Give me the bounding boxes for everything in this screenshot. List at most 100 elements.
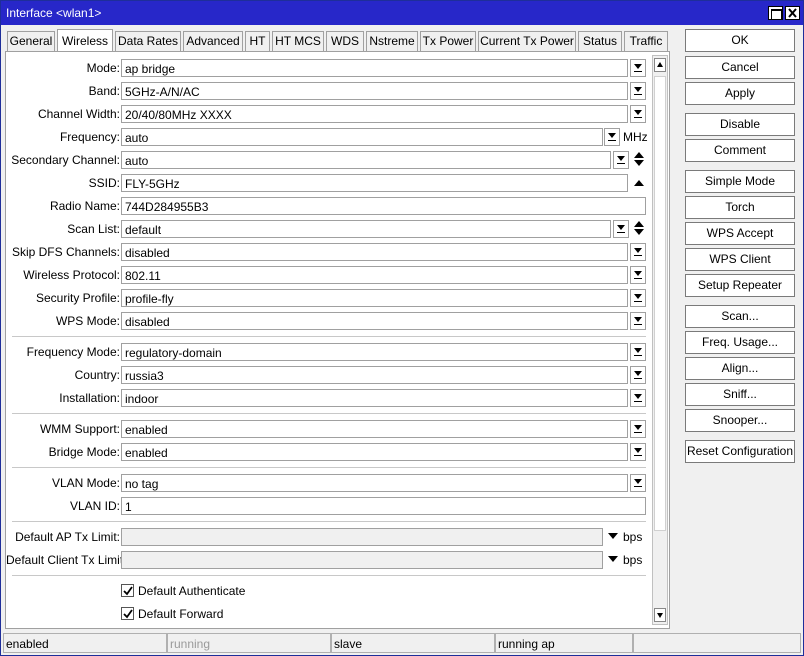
close-button[interactable] (785, 6, 800, 20)
tab-status[interactable]: Status (578, 31, 622, 52)
apply-button[interactable]: Apply (685, 82, 795, 105)
bridge-mode-dropdown-icon[interactable] (630, 443, 646, 461)
tab-general[interactable]: General (7, 31, 55, 52)
align-button[interactable]: Align... (685, 357, 795, 380)
wps-mode-row: WPS Mode: disabled (6, 312, 646, 331)
status-enabled: enabled (3, 633, 167, 653)
wps-accept-button[interactable]: WPS Accept (685, 222, 795, 245)
scroll-thumb[interactable] (654, 76, 666, 531)
checkmark-icon (123, 586, 133, 596)
tab-tx-power[interactable]: Tx Power (420, 31, 476, 52)
wireless-panel: Mode: ap bridge Band: 5GHz-A/N/AC Channe… (5, 51, 670, 629)
default-client-tx-limit-row: Default Client Tx Limit: bps (6, 551, 646, 570)
vlan-id-input[interactable]: 1 (121, 497, 646, 515)
default-authenticate-label: Default Authenticate (138, 584, 246, 598)
freq-usage-button[interactable]: Freq. Usage... (685, 331, 795, 354)
wps-mode-dropdown-icon[interactable] (630, 312, 646, 330)
security-profile-select[interactable]: profile-fly (121, 289, 628, 307)
frequency-dropdown-icon[interactable] (604, 128, 620, 146)
wps-mode-label: WPS Mode: (55, 314, 120, 328)
country-select[interactable]: russia3 (121, 366, 628, 384)
installation-row: Installation: indoor (6, 389, 646, 408)
sniff-button[interactable]: Sniff... (685, 383, 795, 406)
cancel-button[interactable]: Cancel (685, 56, 795, 79)
band-select[interactable]: 5GHz-A/N/AC (121, 82, 628, 100)
ssid-input[interactable]: FLY-5GHz (121, 174, 628, 192)
tab-current-tx-power[interactable]: Current Tx Power (478, 31, 576, 52)
maximize-button[interactable] (768, 6, 783, 20)
wps-mode-select[interactable]: disabled (121, 312, 628, 330)
simple-mode-button[interactable]: Simple Mode (685, 170, 795, 193)
reset-configuration-button[interactable]: Reset Configuration (685, 440, 795, 463)
bridge-mode-select[interactable]: enabled (121, 443, 628, 461)
ssid-collapse-icon[interactable] (634, 180, 644, 186)
installation-select[interactable]: indoor (121, 389, 628, 407)
torch-button[interactable]: Torch (685, 196, 795, 219)
vertical-scrollbar[interactable] (652, 55, 668, 625)
wireless-protocol-select[interactable]: 802.11 (121, 266, 628, 284)
frequency-row: Frequency: auto MHz (6, 128, 648, 147)
default-forward-checkbox[interactable] (121, 607, 134, 620)
scan-list-select[interactable]: default (121, 220, 611, 238)
ssid-label: SSID: (88, 176, 120, 190)
channel-width-dropdown-icon[interactable] (630, 105, 646, 123)
scan-list-dropdown-icon[interactable] (613, 220, 629, 238)
radio-name-label: Radio Name: (49, 199, 120, 213)
frequency-mode-select[interactable]: regulatory-domain (121, 343, 628, 361)
tab-data-rates[interactable]: Data Rates (115, 31, 181, 52)
section-divider (12, 413, 646, 414)
frequency-mode-label: Frequency Mode: (26, 345, 120, 359)
frequency-mode-dropdown-icon[interactable] (630, 343, 646, 361)
security-profile-dropdown-icon[interactable] (630, 289, 646, 307)
country-dropdown-icon[interactable] (630, 366, 646, 384)
scroll-up-button[interactable] (654, 58, 666, 72)
default-authenticate-checkbox[interactable] (121, 584, 134, 597)
tab-ht-mcs[interactable]: HT MCS (272, 31, 324, 52)
section-divider (12, 467, 646, 468)
default-ap-tx-limit-expand-icon[interactable] (608, 533, 618, 539)
disable-button[interactable]: Disable (685, 113, 795, 136)
wireless-protocol-row: Wireless Protocol: 802.11 (6, 266, 646, 285)
band-dropdown-icon[interactable] (630, 82, 646, 100)
secondary-channel-select[interactable]: auto (121, 151, 611, 169)
default-client-tx-limit-input[interactable] (121, 551, 603, 569)
tab-nstreme[interactable]: Nstreme (366, 31, 418, 52)
secondary-channel-expand-icon[interactable] (634, 152, 644, 168)
vlan-mode-select[interactable]: no tag (121, 474, 628, 492)
wmm-support-select[interactable]: enabled (121, 420, 628, 438)
comment-button[interactable]: Comment (685, 139, 795, 162)
radio-name-input[interactable]: 744D284955B3 (121, 197, 646, 215)
mode-select[interactable]: ap bridge (121, 59, 628, 77)
skip-dfs-select[interactable]: disabled (121, 243, 628, 261)
ok-button[interactable]: OK (685, 29, 795, 52)
default-ap-tx-limit-input[interactable] (121, 528, 603, 546)
vlan-mode-dropdown-icon[interactable] (630, 474, 646, 492)
frequency-select[interactable]: auto (121, 128, 603, 146)
scan-list-expand-icon[interactable] (634, 221, 644, 237)
installation-dropdown-icon[interactable] (630, 389, 646, 407)
default-client-tx-limit-expand-icon[interactable] (608, 556, 618, 562)
frequency-label: Frequency: (59, 130, 120, 144)
wps-client-button[interactable]: WPS Client (685, 248, 795, 271)
tab-advanced[interactable]: Advanced (183, 31, 243, 52)
snooper-button[interactable]: Snooper... (685, 409, 795, 432)
skip-dfs-dropdown-icon[interactable] (630, 243, 646, 261)
scan-button[interactable]: Scan... (685, 305, 795, 328)
band-row: Band: 5GHz-A/N/AC (6, 82, 646, 101)
tab-traffic[interactable]: Traffic (624, 31, 668, 52)
wmm-support-dropdown-icon[interactable] (630, 420, 646, 438)
tab-wireless[interactable]: Wireless (57, 29, 113, 52)
setup-repeater-button[interactable]: Setup Repeater (685, 274, 795, 297)
channel-width-select[interactable]: 20/40/80MHz XXXX (121, 105, 628, 123)
frequency-mode-row: Frequency Mode: regulatory-domain (6, 343, 646, 362)
wireless-protocol-dropdown-icon[interactable] (630, 266, 646, 284)
tab-wds[interactable]: WDS (326, 31, 364, 52)
mode-dropdown-icon[interactable] (630, 59, 646, 77)
security-profile-row: Security Profile: profile-fly (6, 289, 646, 308)
scroll-down-button[interactable] (654, 608, 666, 622)
title-bar: Interface <wlan1> (1, 1, 803, 25)
secondary-channel-dropdown-icon[interactable] (613, 151, 629, 169)
tab-ht[interactable]: HT (245, 31, 270, 52)
interface-window: Interface <wlan1> General Wireless Data … (0, 0, 804, 656)
default-client-tx-limit-unit: bps (623, 553, 643, 567)
